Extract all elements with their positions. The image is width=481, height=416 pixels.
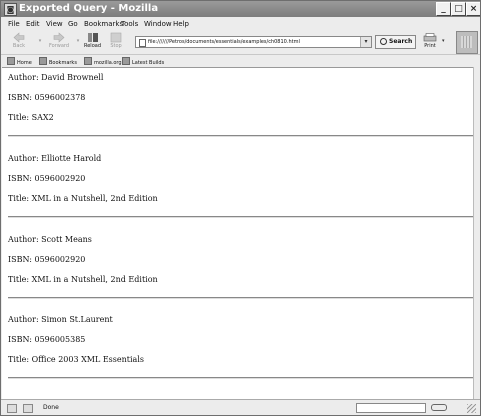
status-bar: Done	[1, 399, 480, 415]
record-author: Author: Simon St.Laurent	[8, 315, 113, 324]
search-label: Search	[389, 38, 413, 45]
menu-edit[interactable]: Edit	[26, 20, 40, 28]
status-text: Done	[43, 404, 59, 411]
home-icon	[7, 57, 15, 65]
title-bar: ◙ Exported Query - Mozilla _ □ ×	[1, 1, 480, 17]
forward-label: Forward	[48, 43, 70, 49]
menu-tools[interactable]: Tools	[121, 20, 138, 28]
back-label: Back	[12, 43, 26, 49]
back-history-icon[interactable]: ▾	[36, 38, 44, 44]
url-dropdown-icon[interactable]: ▾	[360, 37, 371, 47]
close-icon[interactable]: ×	[466, 2, 480, 16]
record-divider	[8, 377, 473, 379]
url-bar[interactable]: file:///////Petros/documents/essentials/…	[135, 36, 372, 48]
personal-toolbar: Home Bookmarks mozilla.org Latest Builds	[1, 54, 480, 66]
menu-bookmarks[interactable]: Bookmarks	[84, 20, 123, 28]
vertical-scrollbar[interactable]	[473, 67, 480, 399]
menu-file[interactable]: File	[8, 20, 20, 28]
record-author: Author: Scott Means	[8, 235, 92, 244]
browser-window: ◙ Exported Query - Mozilla _ □ × File Ed…	[0, 0, 481, 416]
page-content: Author: David Brownell ISBN: 0596002378 …	[2, 67, 473, 400]
reload-icon	[87, 33, 98, 42]
reload-label: Reload	[83, 43, 101, 49]
record-divider	[8, 297, 473, 299]
latest-builds-icon	[122, 57, 130, 65]
record-author: Author: Elliotte Harold	[8, 154, 102, 163]
bookmarks-icon	[39, 57, 47, 65]
app-icon: ◙	[4, 3, 17, 16]
menu-window[interactable]: Window	[144, 20, 172, 28]
stop-label: Stop	[110, 43, 122, 49]
progress-bar	[356, 403, 426, 413]
mozilla-icon	[84, 57, 92, 65]
print-label: Print	[424, 43, 436, 49]
record-title: Title: SAX2	[8, 113, 54, 122]
back-button[interactable]: Back	[6, 31, 32, 49]
print-dropdown-icon[interactable]: ▾	[442, 38, 445, 44]
record-title: Title: XML in a Nutshell, 2nd Edition	[8, 275, 158, 284]
print-button[interactable]: Print	[419, 32, 441, 52]
menu-go[interactable]: Go	[68, 20, 78, 28]
mozilla-org-link-label: mozilla.org	[94, 60, 122, 66]
forward-button[interactable]: Forward	[45, 31, 73, 49]
home-link-label: Home	[17, 60, 32, 66]
record-isbn: ISBN: 0596002920	[8, 174, 86, 183]
record-isbn: ISBN: 0596005385	[8, 335, 86, 344]
record-author: Author: David Brownell	[8, 73, 104, 82]
throbber-logo-icon	[461, 36, 472, 48]
reload-button[interactable]: Reload	[82, 31, 103, 49]
stop-button[interactable]: Stop	[107, 31, 125, 49]
security-lock-icon[interactable]	[431, 404, 447, 411]
pen-icon	[23, 404, 33, 413]
latest-builds-link-label: Latest Builds	[132, 60, 165, 66]
forward-history-icon[interactable]: ▾	[74, 38, 82, 44]
magnifier-icon	[380, 38, 387, 45]
menu-help[interactable]: Help	[173, 20, 189, 28]
window-title: Exported Query - Mozilla	[19, 3, 159, 14]
record-title: Title: Office 2003 XML Essentials	[8, 355, 144, 364]
maximize-icon[interactable]: □	[451, 2, 466, 16]
personal-bookmarks[interactable]: Bookmarks	[39, 57, 77, 66]
forward-arrow-icon	[53, 32, 65, 43]
personal-latest-builds[interactable]: Latest Builds	[122, 57, 164, 66]
bookmarks-link-label: Bookmarks	[49, 60, 77, 66]
menu-view[interactable]: View	[46, 20, 63, 28]
back-arrow-icon	[13, 32, 25, 43]
personal-home[interactable]: Home	[7, 57, 32, 66]
personal-mozilla-org[interactable]: mozilla.org	[84, 57, 122, 66]
printer-icon	[423, 33, 437, 42]
record-isbn: ISBN: 0596002378	[8, 93, 86, 102]
navigation-toolbar: Back ▾ Forward ▾ Reload Stop file://////…	[1, 31, 480, 53]
record-divider	[8, 135, 473, 137]
record-divider	[8, 216, 473, 218]
minimize-icon[interactable]: _	[436, 2, 451, 16]
record-title: Title: XML in a Nutshell, 2nd Edition	[8, 194, 158, 203]
menu-bar: File Edit View Go Bookmarks Tools Window…	[1, 18, 480, 31]
record-isbn: ISBN: 0596002920	[8, 255, 86, 264]
resize-grip-icon[interactable]	[467, 404, 476, 413]
stop-icon	[110, 32, 122, 43]
search-button[interactable]: Search	[375, 35, 416, 49]
mozilla-throbber[interactable]	[456, 31, 478, 54]
page-icon	[139, 39, 146, 47]
online-status-icon[interactable]	[7, 404, 17, 413]
url-text: file:///////Petros/documents/essentials/…	[148, 39, 300, 45]
